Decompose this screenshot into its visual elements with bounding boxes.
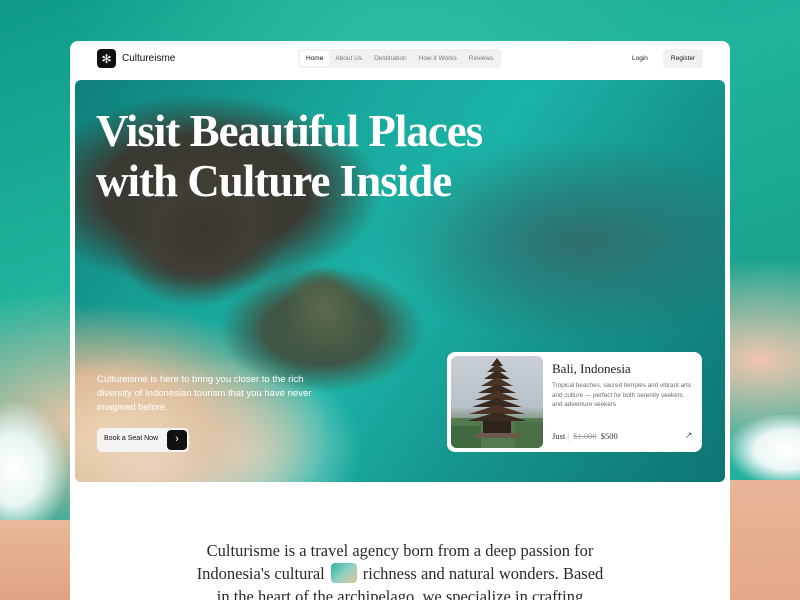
pagoda-image xyxy=(451,356,543,448)
nav-link-destination[interactable]: Destination xyxy=(368,51,413,66)
top-navbar: ✻ Cultureisme Home About Us Destination … xyxy=(70,41,730,77)
hero-title-line-2: with Culture Inside xyxy=(96,156,452,206)
background-sand xyxy=(0,520,70,600)
login-link[interactable]: Login xyxy=(632,55,648,62)
price-separator: | xyxy=(567,431,570,441)
brand-logo[interactable]: ✻ Cultureisme xyxy=(97,49,175,68)
hero-description: Cultureisme is here to bring you closer … xyxy=(97,374,312,413)
old-price: $1.000 xyxy=(573,431,597,441)
book-seat-label: Book a Seat Now xyxy=(104,435,159,442)
flower-icon: ✻ xyxy=(97,49,116,68)
about-line-3: in the heart of the archipelago, we spec… xyxy=(216,587,584,600)
hero-title: Visit Beautiful Places with Culture Insi… xyxy=(96,106,516,206)
about-line-2-start: Indonesia's cultural xyxy=(196,564,325,583)
destination-price: Just | $1.000 $500 xyxy=(552,431,618,441)
about-line-1: Culturisme is a travel agency born from … xyxy=(206,541,594,560)
price-prefix: Just xyxy=(552,431,566,441)
book-seat-button[interactable]: Book a Seat Now › xyxy=(97,428,189,452)
brand-name: Cultureisme xyxy=(122,53,176,64)
about-thumbnail xyxy=(330,563,357,583)
chevron-right-icon: › xyxy=(167,430,187,450)
nav-link-home[interactable]: Home xyxy=(300,51,330,66)
nav-link-reviews[interactable]: Reviews xyxy=(463,51,500,66)
nav-link-how-it-works[interactable]: How it Works xyxy=(413,51,463,66)
destination-description: Tropical beaches, sacred temples and vib… xyxy=(552,382,692,408)
landing-page-frame: ✻ Cultureisme Home About Us Destination … xyxy=(70,41,730,600)
nav-link-about-us[interactable]: About Us xyxy=(329,51,368,66)
background-sand xyxy=(730,480,800,600)
about-line-2-end: richness and natural wonders. Based xyxy=(362,564,604,583)
hero-title-line-1: Visit Beautiful Places xyxy=(96,106,483,156)
arrow-up-right-icon[interactable]: ↗ xyxy=(685,430,693,441)
destination-title: Bali, Indonesia xyxy=(552,361,631,376)
hero-banner: Visit Beautiful Places with Culture Insi… xyxy=(75,80,725,482)
about-paragraph: Culturisme is a travel agency born from … xyxy=(185,539,615,600)
register-button[interactable]: Register xyxy=(663,49,703,68)
destination-card[interactable]: Bali, Indonesia Tropical beaches, sacred… xyxy=(447,352,702,452)
current-price: $500 xyxy=(600,431,618,441)
background-surf xyxy=(0,400,70,540)
nav-links: Home About Us Destination How it Works R… xyxy=(298,49,502,68)
background-surf xyxy=(730,415,800,485)
